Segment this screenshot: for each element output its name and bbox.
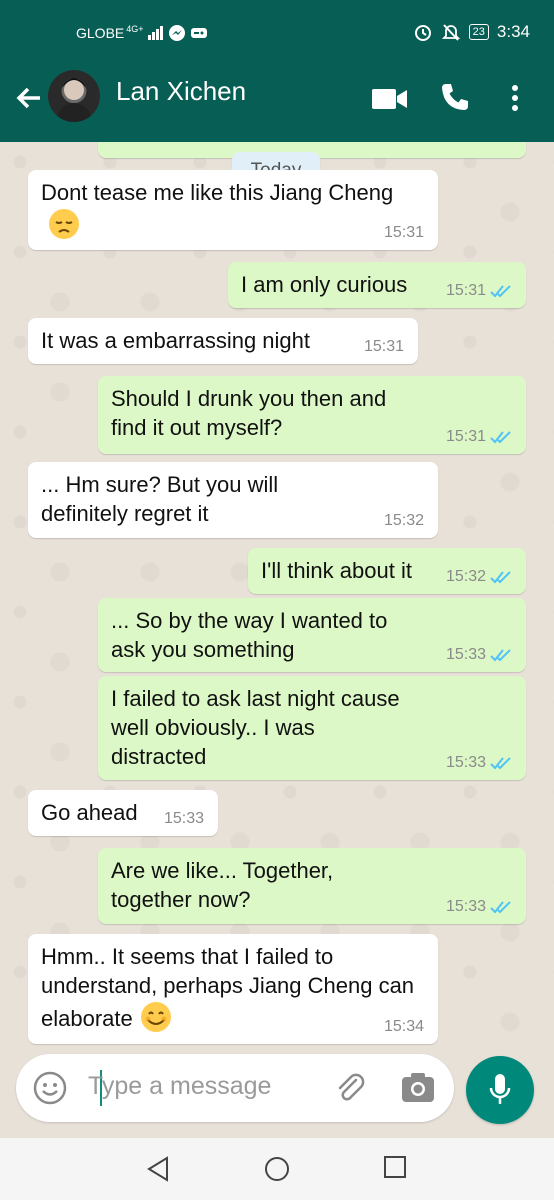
mute-icon	[441, 24, 460, 41]
status-left: GLOBE 4G+	[76, 24, 208, 42]
camera-icon[interactable]	[400, 1072, 436, 1104]
message-text: Go ahead	[41, 800, 138, 825]
carrier-label: GLOBE	[76, 25, 125, 41]
message-incoming[interactable]: ... Hm sure? But you will definitely reg…	[28, 462, 438, 538]
attach-icon[interactable]	[332, 1070, 368, 1106]
message-text: ... Hm sure? But you will definitely reg…	[41, 472, 279, 526]
messenger-icon	[168, 25, 185, 41]
message-outgoing[interactable]: I failed to ask last night cause well ob…	[98, 676, 526, 780]
message-incoming[interactable]: It was a embarrassing night 15:31	[28, 318, 418, 364]
message-text: Dont tease me like this Jiang Cheng	[41, 180, 394, 205]
message-outgoing[interactable]: I am only curious 15:31	[228, 262, 526, 308]
message-outgoing[interactable]: ... So by the way I wanted to ask you so…	[98, 598, 526, 672]
network-label: 4G+	[126, 24, 144, 34]
read-ticks-icon	[490, 901, 511, 914]
battery-indicator: 23	[468, 24, 489, 40]
message-text: Hmm.. It seems that I failed to understa…	[41, 944, 415, 1031]
game-icon	[190, 28, 207, 38]
message-time: 15:31	[446, 428, 512, 446]
message-time: 15:33	[163, 810, 204, 827]
message-incoming[interactable]: Go ahead 15:33	[28, 790, 218, 836]
signal-icon	[147, 26, 163, 40]
avatar-image	[56, 78, 92, 122]
status-right: 23 3:34	[413, 22, 530, 42]
status-bar: GLOBE 4G+ 23 3:34	[0, 0, 554, 56]
message-outgoing[interactable]: Should I drunk you then and find it out …	[98, 376, 526, 454]
clock: 3:34	[496, 22, 530, 41]
avatar[interactable]	[48, 70, 100, 122]
chat-area[interactable]: Today Dont tease me like this Jiang Chen…	[0, 142, 554, 1052]
back-nav-icon[interactable]	[146, 1156, 170, 1182]
mic-button[interactable]	[466, 1056, 534, 1124]
read-ticks-icon	[490, 285, 511, 298]
smiling-emoji-icon	[140, 1002, 171, 1032]
message-time: 15:31	[446, 282, 512, 300]
message-text: It was a embarrassing night	[41, 328, 311, 353]
message-text: Should I drunk you then and find it out …	[111, 386, 387, 440]
message-text: I'll think about it	[261, 558, 412, 583]
message-input[interactable]: Type a message	[88, 1072, 271, 1101]
message-outgoing[interactable]: I'll think about it 15:32	[248, 548, 526, 594]
video-call-icon[interactable]	[372, 88, 408, 110]
message-text: I failed to ask last night cause well ob…	[111, 686, 400, 769]
emoji-icon[interactable]	[32, 1070, 68, 1106]
message-time: 15:34	[383, 1018, 424, 1035]
message-time: 15:31	[363, 338, 404, 355]
pensive-emoji-icon	[49, 209, 79, 239]
back-arrow-icon[interactable]	[12, 80, 44, 116]
contact-name[interactable]: Lan Xichen	[116, 76, 246, 107]
home-nav-icon[interactable]	[264, 1156, 290, 1182]
message-time: 15:32	[446, 568, 512, 586]
chat-header: Lan Xichen	[0, 56, 554, 142]
message-time: 15:32	[383, 512, 424, 529]
phone-icon[interactable]	[440, 82, 470, 112]
message-text: ... So by the way I wanted to ask you so…	[111, 608, 388, 662]
recents-nav-icon[interactable]	[384, 1156, 406, 1178]
read-ticks-icon	[490, 649, 511, 662]
message-time: 15:33	[446, 898, 512, 916]
read-ticks-icon	[490, 431, 511, 444]
mic-icon	[489, 1074, 511, 1104]
read-ticks-icon	[490, 571, 511, 584]
message-incoming[interactable]: Hmm.. It seems that I failed to understa…	[28, 934, 438, 1044]
message-time: 15:31	[383, 224, 424, 241]
system-nav-bar	[0, 1138, 554, 1200]
message-incoming[interactable]: Dont tease me like this Jiang Cheng 15:3…	[28, 170, 438, 250]
alarm-icon	[414, 25, 431, 41]
message-outgoing[interactable]: Are we like... Together, together now? 1…	[98, 848, 526, 924]
message-text: I am only curious	[241, 272, 408, 297]
message-time: 15:33	[446, 754, 512, 772]
message-composer[interactable]: Type a message	[16, 1054, 454, 1122]
more-vert-icon[interactable]	[510, 84, 520, 112]
message-text: Are we like... Together, together now?	[111, 858, 334, 912]
read-ticks-icon	[490, 757, 511, 770]
message-time: 15:33	[446, 646, 512, 664]
